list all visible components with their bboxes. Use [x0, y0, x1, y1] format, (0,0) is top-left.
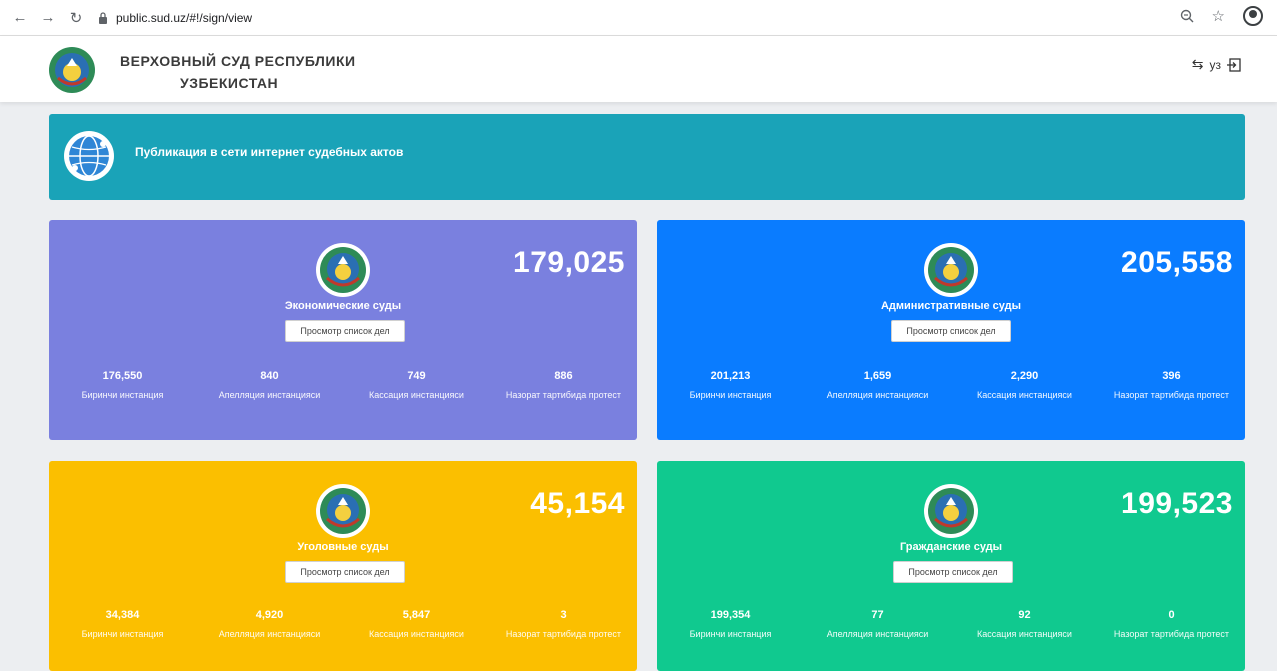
card-civil-courts: 199,523 Гражданские суды Просмотр список… — [657, 461, 1245, 671]
stat-value: 0 — [1168, 609, 1175, 621]
stat-value: 92 — [1018, 609, 1031, 621]
view-cases-button[interactable]: Просмотр список дел — [285, 561, 405, 583]
stat-label: Назорат тартибида протест — [505, 629, 622, 639]
stat-label: Апелляция инстанцияси — [218, 629, 321, 639]
stat-label: Апелляция инстанцияси — [826, 629, 929, 639]
state-emblem-icon — [316, 243, 370, 297]
card-criminal-courts: 45,154 Уголовные суды Просмотр список де… — [49, 461, 637, 671]
stat-label: Апелляция инстанцияси — [826, 390, 929, 400]
card-title: Экономические суды — [284, 300, 402, 312]
stat-value: 4,920 — [255, 609, 284, 621]
stat-appeal-instance: 77 Апелляция инстанцияси — [804, 609, 951, 641]
stat-label: Кассация инстанцияси — [977, 629, 1072, 639]
stat-label: Назорат тартибида протест — [505, 390, 622, 400]
reload-icon[interactable]: ↻ — [64, 6, 88, 30]
stat-cassation-instance: 749 Кассация инстанцияси — [343, 370, 490, 402]
stat-cassation-instance: 5,847 Кассация инстанцияси — [343, 609, 490, 641]
stat-supervisory-protest: 396 Назорат тартибида протест — [1098, 370, 1245, 402]
stat-label: Биринчи инстанция — [81, 629, 164, 639]
bookmark-star-icon[interactable]: ☆ — [1212, 7, 1225, 25]
stat-supervisory-protest: 0 Назорат тартибида протест — [1098, 609, 1245, 641]
stat-appeal-instance: 840 Апелляция инстанцияси — [196, 370, 343, 402]
stat-appeal-instance: 4,920 Апелляция инстанцияси — [196, 609, 343, 641]
card-title: Уголовные суды — [297, 541, 389, 553]
stat-label: Кассация инстанцияси — [369, 629, 464, 639]
card-economic-courts: 179,025 Экономические суды Просмотр спис… — [49, 220, 637, 440]
card-stats: 176,550 Биринчи инстанция 840 Апелляция … — [49, 370, 637, 402]
view-cases-button[interactable]: Просмотр список дел — [891, 320, 1011, 342]
stat-label: Кассация инстанцияси — [977, 390, 1072, 400]
stat-supervisory-protest: 886 Назорат тартибида протест — [490, 370, 637, 402]
stat-label: Биринчи инстанция — [689, 390, 772, 400]
publication-banner[interactable]: Публикация в сети интернет судебных акто… — [49, 114, 1245, 200]
site-header: ВЕРХОВНЫЙ СУД РЕСПУБЛИКИ УЗБЕКИСТАН ⇆ уз — [0, 36, 1277, 102]
globe-network-icon — [64, 131, 114, 181]
stat-supervisory-protest: 3 Назорат тартибида протест — [490, 609, 637, 641]
stat-first-instance: 34,384 Биринчи инстанция — [49, 609, 196, 641]
stat-value: 176,550 — [102, 370, 143, 382]
banner-title: Публикация в сети интернет судебных акто… — [135, 145, 404, 159]
stat-value: 886 — [554, 370, 573, 382]
state-emblem-icon — [924, 243, 978, 297]
stat-value: 5,847 — [402, 609, 431, 621]
card-title: Гражданские суды — [899, 541, 1003, 553]
login-icon[interactable] — [1227, 57, 1241, 72]
stat-cassation-instance: 2,290 Кассация инстанцияси — [951, 370, 1098, 402]
card-stats: 201,213 Биринчи инстанция 1,659 Апелляци… — [657, 370, 1245, 402]
browser-toolbar: ← → ↻ public.sud.uz/#!/sign/view ☆ — [0, 0, 1277, 36]
card-total: 179,025 — [513, 246, 625, 279]
card-total: 205,558 — [1121, 246, 1233, 279]
profile-icon[interactable] — [1243, 6, 1263, 26]
site-title-line1: ВЕРХОВНЫЙ СУД РЕСПУБЛИКИ — [120, 53, 356, 69]
view-cases-button[interactable]: Просмотр список дел — [893, 561, 1013, 583]
address-bar[interactable]: public.sud.uz/#!/sign/view — [98, 6, 252, 30]
stat-label: Кассация инстанцияси — [369, 390, 464, 400]
site-title: ВЕРХОВНЫЙ СУД РЕСПУБЛИКИ УЗБЕКИСТАН — [120, 50, 356, 94]
card-total: 199,523 — [1121, 487, 1233, 520]
card-title: Административные суды — [880, 300, 1022, 312]
url-text[interactable]: public.sud.uz/#!/sign/view — [116, 11, 252, 25]
site-title-line2: УЗБЕКИСТАН — [180, 75, 279, 91]
stat-label: Назорат тартибида протест — [1113, 390, 1230, 400]
stat-value: 199,354 — [710, 609, 751, 621]
stat-value: 3 — [560, 609, 567, 621]
stat-label: Назорат тартибида протест — [1113, 629, 1230, 639]
stat-first-instance: 199,354 Биринчи инстанция — [657, 609, 804, 641]
state-emblem-icon — [49, 47, 95, 93]
stat-value: 2,290 — [1010, 370, 1039, 382]
stat-value: 840 — [260, 370, 279, 382]
stat-first-instance: 201,213 Биринчи инстанция — [657, 370, 804, 402]
card-total: 45,154 — [530, 487, 625, 520]
stat-label: Апелляция инстанцияси — [218, 390, 321, 400]
state-emblem-icon — [924, 484, 978, 538]
stat-value: 396 — [1162, 370, 1181, 382]
stat-value: 1,659 — [863, 370, 892, 382]
lock-icon — [99, 11, 107, 24]
stat-value: 749 — [407, 370, 426, 382]
stat-first-instance: 176,550 Биринчи инстанция — [49, 370, 196, 402]
stat-appeal-instance: 1,659 Апелляция инстанцияси — [804, 370, 951, 402]
stat-cassation-instance: 92 Кассация инстанцияси — [951, 609, 1098, 641]
forward-icon[interactable]: → — [36, 6, 60, 30]
stat-label: Биринчи инстанция — [689, 629, 772, 639]
browser-nav: ← → ↻ — [8, 6, 88, 30]
card-stats: 34,384 Биринчи инстанция 4,920 Апелляция… — [49, 609, 637, 641]
swap-icon[interactable]: ⇆ — [1192, 56, 1204, 73]
language-switch[interactable]: уз — [1209, 58, 1221, 72]
view-cases-button[interactable]: Просмотр список дел — [285, 320, 405, 342]
stat-value: 201,213 — [710, 370, 751, 382]
stat-value: 77 — [871, 609, 884, 621]
state-emblem-icon — [316, 484, 370, 538]
browser-actions: ☆ — [1180, 6, 1263, 26]
card-stats: 199,354 Биринчи инстанция 77 Апелляция и… — [657, 609, 1245, 641]
header-actions: ⇆ уз — [1192, 56, 1241, 73]
card-administrative-courts: 205,558 Административные суды Просмотр с… — [657, 220, 1245, 440]
stat-label: Биринчи инстанция — [81, 390, 164, 400]
zoom-icon[interactable] — [1180, 9, 1194, 23]
stat-value: 34,384 — [105, 609, 140, 621]
back-icon[interactable]: ← — [8, 6, 32, 30]
